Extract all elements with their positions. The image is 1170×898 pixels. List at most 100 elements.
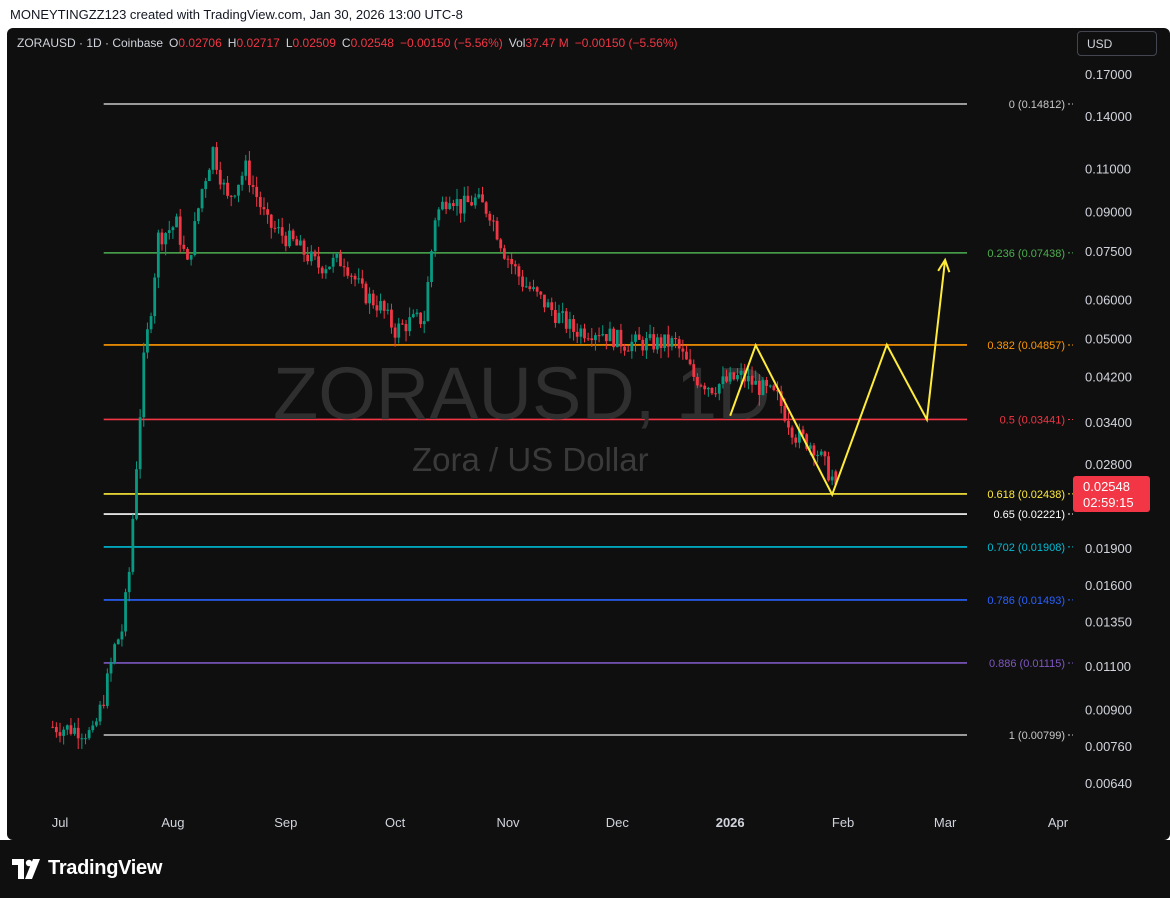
candle-body (506, 258, 510, 260)
candle-body (477, 194, 481, 198)
fib-label-0: 0 (0.14812) (1009, 99, 1065, 111)
candle-body (451, 203, 455, 206)
y-tick-label: 0.09000 (1085, 205, 1132, 220)
candle-body (462, 195, 466, 214)
candle-body (473, 197, 477, 206)
candle-body (630, 341, 634, 352)
x-tick-label: Sep (274, 815, 297, 830)
legend-open-label: O (169, 36, 179, 50)
candle-body (244, 160, 248, 176)
candle-body (433, 220, 437, 252)
candle-body (710, 387, 714, 394)
candle-body (470, 202, 473, 206)
candle-body (604, 334, 608, 342)
candle-body (109, 661, 113, 674)
candle-body (736, 375, 739, 380)
candle-body (757, 380, 761, 395)
candle-body (298, 240, 302, 246)
candle-body (360, 278, 364, 284)
candle-body (415, 312, 419, 315)
candle-body (597, 335, 601, 337)
price-axis[interactable]: 0.17000 0.14000 0.11000 0.09000 0.07500 0.060… (1085, 67, 1132, 791)
candle-body (754, 380, 758, 385)
candle-body (659, 337, 663, 348)
candle-body (149, 316, 153, 330)
candle-body (725, 376, 728, 382)
candle-body (349, 275, 353, 277)
chart-panel[interactable]: 0 (0.14812) 0.236 (0.07438) 0.382 (0.04857… (7, 28, 1170, 840)
candle-body (324, 269, 328, 274)
candle-body (535, 287, 539, 292)
candle-body (794, 437, 798, 443)
time-axis[interactable]: Jul Aug Sep Oct Nov Dec 2026 Feb Mar Apr (52, 815, 1069, 830)
candle-body (207, 169, 211, 182)
candle-body (175, 216, 178, 228)
candle-body (495, 220, 499, 240)
last-price-value: 0.02548 (1083, 479, 1130, 494)
watermark-name: Zora / US Dollar (412, 441, 649, 478)
y-tick-label: 0.06000 (1085, 292, 1132, 307)
legend-volume-label: Vol (508, 36, 526, 50)
y-tick-label: 0.14000 (1085, 109, 1132, 124)
candle-body (623, 346, 626, 351)
candle-body (182, 244, 186, 249)
candle-body (328, 266, 331, 270)
y-tick-label: 0.04200 (1085, 369, 1132, 384)
top-bar: MONEYTINGZZ123 created with TradingView.… (0, 0, 1170, 28)
candle-body (488, 213, 492, 221)
candle-body (612, 328, 616, 348)
x-tick-label: Nov (496, 815, 520, 830)
candle-body (652, 334, 656, 350)
candle-body (295, 239, 299, 246)
candle-body (255, 186, 259, 197)
candle-body (761, 379, 765, 395)
candle-body (590, 338, 594, 341)
watermark-symbol: ZORAUSD, 1D (273, 352, 771, 435)
candle-body (783, 405, 787, 421)
price-chart[interactable]: 0 (0.14812) 0.236 (0.07438) 0.382 (0.04857… (7, 28, 1170, 840)
x-tick-label: Mar (934, 815, 957, 830)
candle-body (346, 267, 350, 276)
tradingview-logo[interactable]: TradingView (12, 857, 162, 880)
candle-body (685, 351, 688, 360)
candle-body (608, 328, 612, 342)
candle-body (127, 571, 131, 593)
fib-label-0.786: 0.786 (0.01493) (987, 595, 1065, 607)
candle-body (51, 726, 55, 728)
y-tick-label: 0.01100 (1085, 659, 1131, 674)
candle-body (492, 220, 495, 222)
candle-body (812, 445, 816, 456)
candle-body (634, 334, 637, 342)
y-tick-label: 0.11000 (1085, 161, 1131, 176)
candle-body (539, 291, 543, 295)
candle-body (823, 451, 827, 457)
candle-body (248, 160, 251, 186)
candle-body (615, 329, 619, 348)
x-tick-label: Oct (385, 815, 406, 830)
fib-label-1: 1 (0.00799) (1009, 730, 1065, 742)
candle-body (54, 726, 58, 733)
candle-body (116, 639, 120, 645)
candle-body (790, 427, 794, 438)
x-tick-label: Aug (161, 815, 184, 830)
candle-body (211, 147, 215, 170)
candle-body (641, 339, 645, 351)
candle-body (484, 202, 488, 214)
candle-body (142, 352, 146, 418)
candle-body (426, 282, 430, 322)
legend-change: −0.00150 (−5.56%) (399, 36, 503, 50)
candle-body (499, 239, 503, 249)
currency-button[interactable]: USD (1077, 31, 1157, 56)
candle-body (382, 301, 386, 311)
candle-body (379, 301, 382, 311)
candle-body (317, 256, 321, 268)
candle-body (186, 248, 189, 260)
fib-label-0.618: 0.618 (0.02438) (987, 489, 1065, 501)
candle-body (95, 721, 98, 726)
candle-body (302, 240, 306, 255)
candle-body (131, 518, 135, 572)
candle-body (233, 195, 237, 197)
candle-body (703, 385, 707, 390)
candle-body (408, 317, 412, 332)
candle-body (146, 329, 149, 353)
